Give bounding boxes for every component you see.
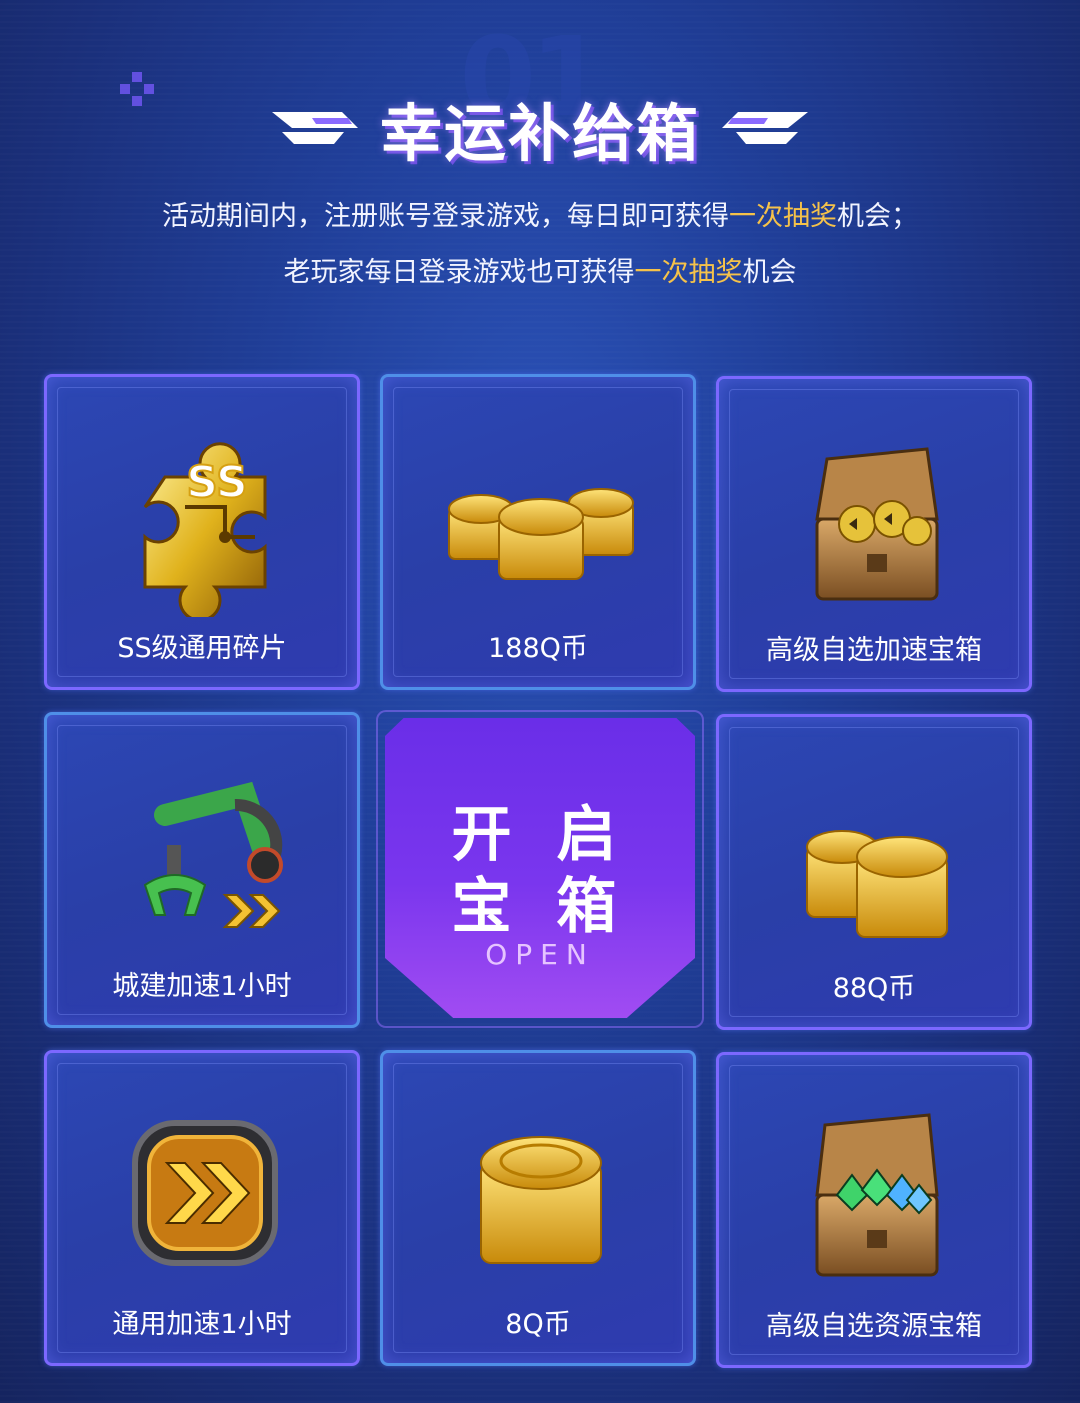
reward-card-88q: 88Q币 bbox=[716, 714, 1032, 1030]
description-highlight: 一次抽奖 bbox=[634, 257, 743, 288]
open-button-line-2: 宝 箱 bbox=[451, 872, 629, 942]
description-text: 活动期间内，注册账号登录游戏，每日即可获得 bbox=[162, 201, 729, 232]
description-text: 机会； bbox=[837, 201, 918, 232]
reward-card-city-speedup: 城建加速1小时 bbox=[44, 712, 360, 1028]
reward-card-resource-chest: 高级自选资源宝箱 bbox=[716, 1052, 1032, 1368]
page-title: 幸运补给箱 bbox=[379, 97, 700, 170]
reward-card-speedup-chest: 高级自选加速宝箱 bbox=[716, 376, 1032, 692]
coin-icon bbox=[480, 1136, 602, 1264]
resource-chest-icon bbox=[815, 1113, 939, 1277]
right-wing-icon bbox=[722, 112, 808, 144]
reward-label: 88Q币 bbox=[832, 973, 916, 1004]
description-line-2: 老玩家每日登录游戏也可获得一次抽奖机会 bbox=[0, 250, 1080, 289]
coin-stack-icon bbox=[806, 830, 948, 938]
coin-pile-icon bbox=[448, 488, 634, 580]
reward-label: 高级自选加速宝箱 bbox=[766, 635, 982, 666]
reward-label: 188Q币 bbox=[488, 633, 588, 664]
reward-card-188q: 188Q币 bbox=[380, 374, 696, 690]
reward-card-8q: 8Q币 bbox=[380, 1050, 696, 1366]
speedup-badge-icon bbox=[132, 1120, 278, 1266]
speedup-chest-icon bbox=[815, 447, 939, 601]
puzzle-piece-icon: SS bbox=[143, 442, 267, 617]
reward-label: 高级自选资源宝箱 bbox=[766, 1311, 982, 1342]
open-chest-button[interactable]: 开 启 宝 箱 OPEN bbox=[385, 718, 695, 1018]
description-text: 老玩家每日登录游戏也可获得 bbox=[283, 257, 635, 288]
reward-label: 通用加速1小时 bbox=[112, 1309, 292, 1340]
reward-card-general-speedup: 通用加速1小时 bbox=[44, 1050, 360, 1366]
description-text: 机会 bbox=[742, 257, 797, 288]
left-wing-icon bbox=[271, 112, 358, 144]
reward-label: 8Q币 bbox=[505, 1309, 571, 1340]
reward-label: 城建加速1小时 bbox=[112, 971, 292, 1002]
reward-label: SS级通用碎片 bbox=[117, 633, 287, 664]
title-bar: 幸运补给箱 bbox=[0, 88, 1080, 170]
description-highlight: 一次抽奖 bbox=[729, 201, 837, 232]
open-button-subtitle: OPEN bbox=[485, 938, 595, 971]
reward-card-ss-fragment: SS SS级通用碎片 bbox=[44, 374, 360, 690]
crane-claw-icon bbox=[143, 781, 283, 928]
description-line-1: 活动期间内，注册账号登录游戏，每日即可获得一次抽奖机会； bbox=[0, 194, 1080, 233]
svg-text:SS: SS bbox=[186, 457, 247, 508]
